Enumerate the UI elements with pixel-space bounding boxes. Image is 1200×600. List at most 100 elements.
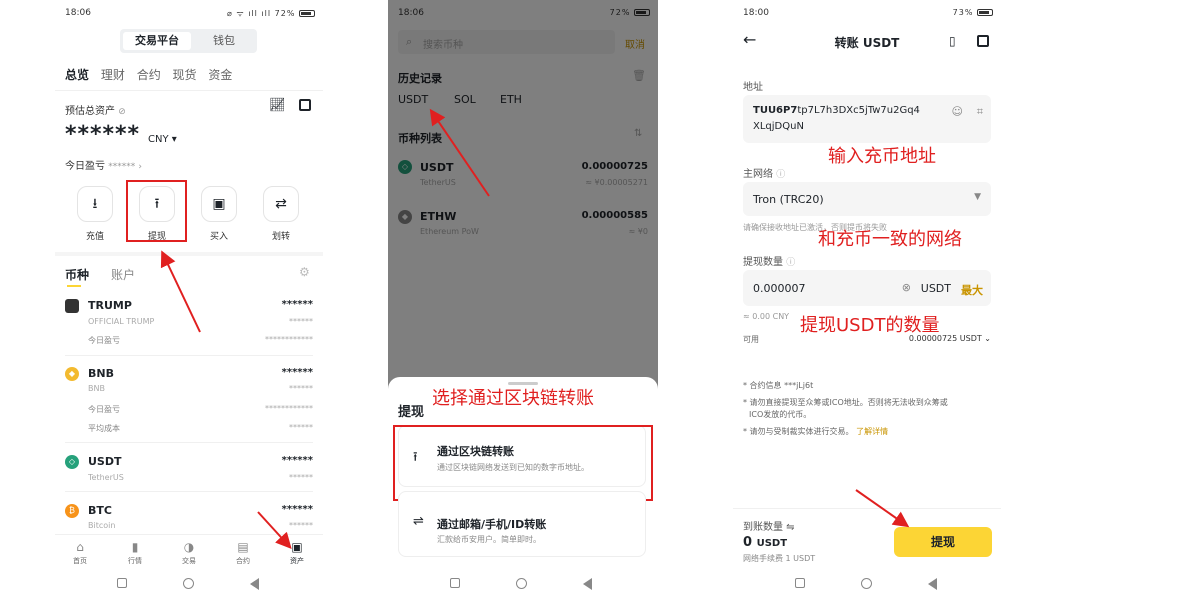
- contact-icon[interactable]: ☺: [952, 105, 963, 118]
- history-icon[interactable]: [977, 35, 989, 47]
- back-triangle-icon[interactable]: [928, 578, 937, 590]
- btc-icon: ₿: [65, 504, 79, 518]
- coin-value-fiat: ******: [289, 384, 313, 393]
- trade-icon: ◑: [183, 540, 195, 554]
- coin-pnl-label: 今日盈亏: [88, 405, 120, 414]
- system-nav-bar: [55, 570, 323, 600]
- nav-assets[interactable]: ▣ 资产: [277, 540, 317, 566]
- status-icons: ⌀ ᯤ ıll ıll 72%: [227, 8, 315, 19]
- clear-icon[interactable]: ⊗: [902, 281, 911, 294]
- back-triangle-icon[interactable]: [250, 578, 259, 590]
- annotation-enter-address: 输入充币地址: [828, 146, 936, 167]
- learn-more-link[interactable]: 了解详情: [856, 427, 888, 436]
- segment-exchange[interactable]: 交易平台: [123, 32, 191, 50]
- home-circle-icon[interactable]: [861, 578, 872, 589]
- divider: [55, 90, 323, 91]
- eye-off-icon[interactable]: ⊘: [118, 107, 126, 117]
- network-label: 主网络 ⓘ: [743, 169, 786, 180]
- back-triangle-icon[interactable]: [583, 578, 592, 590]
- deposit-icon[interactable]: ⭳: [77, 186, 113, 222]
- withdraw-bottom-sheet: 提现 ⭱ 通过区块链转账 通过区块链网络发送到已知的数字币地址。 ⇌ 通过邮箱/…: [388, 377, 658, 600]
- coin-pnl-value: ************: [265, 404, 313, 413]
- withdraw-icon[interactable]: ⭱: [139, 186, 175, 222]
- history-icon[interactable]: [299, 99, 311, 111]
- coin-value: ******: [281, 455, 313, 466]
- recents-icon[interactable]: [450, 578, 460, 588]
- coin-pnl-label: 今日盈亏: [88, 336, 120, 345]
- total-balance: ******: [65, 122, 141, 147]
- tab-overview[interactable]: 总览: [65, 68, 89, 82]
- nav-futures[interactable]: ▤ 合约: [223, 540, 263, 566]
- recents-icon[interactable]: [795, 578, 805, 588]
- trump-icon: [65, 299, 79, 313]
- wallet-icon[interactable]: ▣: [201, 186, 237, 222]
- buy-label: 买入: [209, 232, 228, 242]
- coin-symbol: USDT: [88, 455, 122, 468]
- tab-spot[interactable]: 现货: [173, 68, 197, 82]
- divider: [733, 508, 1001, 509]
- transfer-user-icon: ⇌: [413, 514, 424, 529]
- network-fee: 网络手续费 1 USDT: [743, 554, 816, 563]
- amount-input[interactable]: 0.000007 ⊗ USDT 最大: [743, 270, 991, 306]
- tab-coins[interactable]: 币种: [65, 266, 89, 283]
- system-nav-bar: [388, 570, 658, 600]
- network-select[interactable]: Tron (TRC20) ▼: [743, 182, 991, 216]
- system-nav-bar: [733, 570, 1001, 600]
- chart-icon[interactable]: 📈︎: [269, 98, 286, 113]
- home-icon: ⌂: [76, 540, 84, 554]
- settings-icon[interactable]: ⚙: [299, 265, 310, 279]
- coin-name: Bitcoin: [88, 521, 116, 530]
- coin-name: TetherUS: [88, 473, 124, 482]
- nav-markets[interactable]: ▮ 行情: [115, 540, 155, 566]
- bnb-icon: ◆: [65, 367, 79, 381]
- cny-estimate: ≈ 0.00 CNY: [743, 312, 790, 321]
- highlight-onchain: [393, 425, 653, 501]
- coin-symbol: TRUMP: [88, 299, 132, 312]
- sheet-title: 提现: [398, 405, 425, 420]
- warning-note-2: * 请勿与受制裁实体进行交易。 了解详情: [743, 427, 889, 436]
- phone-screen-withdraw-method: 18:06 72% ⌕ 搜索币种 取消 历史记录 🗑︎ USDT SOL ETH…: [388, 0, 658, 600]
- coin-value-fiat: ******: [289, 521, 313, 530]
- contract-info: * 合约信息 ***jLj6t: [743, 381, 814, 390]
- currency-selector[interactable]: CNY ▾: [148, 134, 177, 145]
- coin-value: ******: [281, 504, 313, 515]
- option-internal[interactable]: ⇌ 通过邮箱/手机/ID转账 汇款给币安用户。简单即时。: [398, 491, 646, 557]
- segment-wallet[interactable]: 钱包: [194, 32, 254, 50]
- address-field[interactable]: TUU6P7tp7L7h3DXc5jTw7u2Gq4 XLqjDQuN ☺ ⌗: [743, 95, 991, 143]
- dropdown-caret-icon: ▼: [974, 192, 981, 202]
- recents-icon[interactable]: [117, 578, 127, 588]
- scan-icon[interactable]: ⌗: [977, 105, 983, 119]
- tab-underline: [67, 285, 81, 287]
- address-book-icon[interactable]: ▯: [949, 34, 956, 48]
- max-button[interactable]: 最大: [961, 282, 983, 298]
- divider: [55, 534, 323, 535]
- divider: [65, 355, 313, 356]
- phone-screen-send-usdt: 18:00 73% ← 转账 USDT ▯ 地址 TUU6P7tp7L7h3DX…: [733, 0, 1001, 600]
- nav-trade[interactable]: ◑ 交易: [169, 540, 209, 566]
- coin-pnl-value: ************: [265, 335, 313, 344]
- tab-funding[interactable]: 资金: [208, 68, 232, 82]
- tab-earn[interactable]: 理财: [101, 68, 125, 82]
- annotation-usdt-amount: 提现USDT的数量: [800, 315, 940, 336]
- withdraw-button[interactable]: 提现: [894, 527, 992, 557]
- coin-name: BNB: [88, 384, 105, 393]
- coin-symbol: BTC: [88, 504, 112, 517]
- home-circle-icon[interactable]: [183, 578, 194, 589]
- tab-accounts[interactable]: 账户: [111, 266, 135, 283]
- transfer-icon[interactable]: ⇄: [263, 186, 299, 222]
- coin-avg-cost-label: 平均成本: [88, 424, 120, 433]
- usdt-icon: ◇: [65, 455, 79, 469]
- platform-segment: 交易平台 钱包: [120, 29, 257, 53]
- divider: [65, 491, 313, 492]
- tab-futures[interactable]: 合约: [137, 68, 161, 82]
- coin-value: ******: [281, 299, 313, 310]
- bar-chart-icon: ▮: [131, 540, 139, 554]
- address-line1: TUU6P7tp7L7h3DXc5jTw7u2Gq4: [753, 105, 920, 116]
- asset-tabs: 总览 理财 合约 现货 资金: [65, 66, 240, 83]
- status-bar: 18:00 73%: [733, 0, 1001, 26]
- est-total-label: 预估总资产 ⊘: [65, 106, 126, 117]
- home-circle-icon[interactable]: [516, 578, 527, 589]
- nav-home[interactable]: ⌂ 首页: [60, 540, 100, 566]
- battery-icon: [977, 9, 993, 16]
- amount-label: 提现数量 ⓘ: [743, 257, 796, 268]
